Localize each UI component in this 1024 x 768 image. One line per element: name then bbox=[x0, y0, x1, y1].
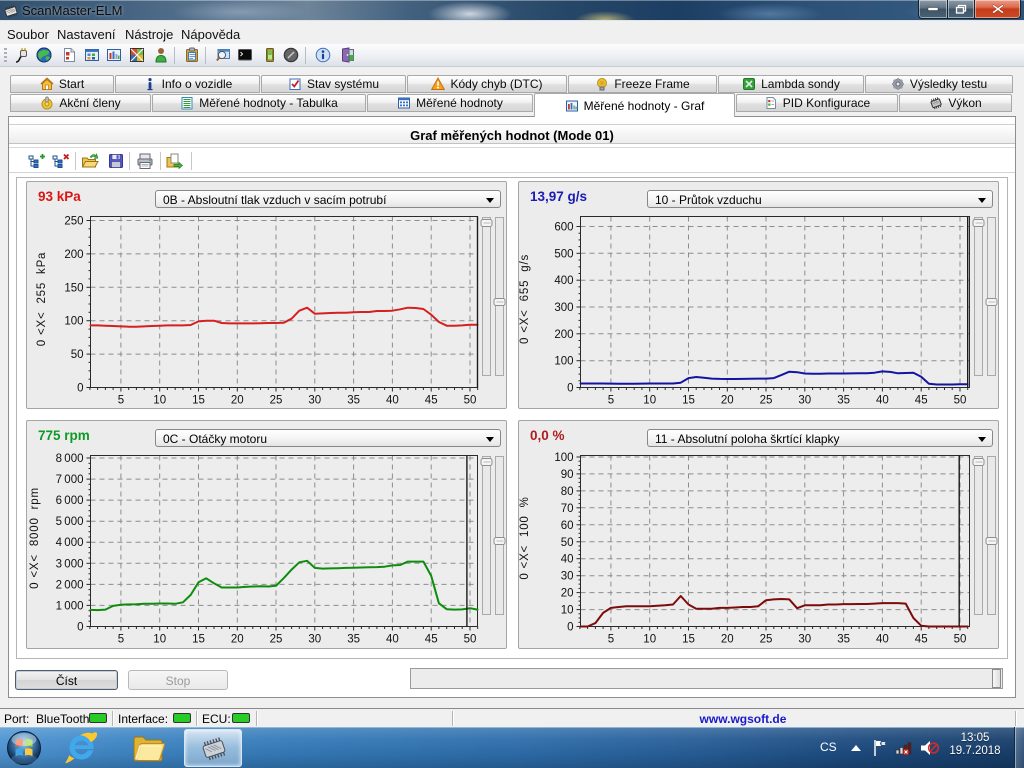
svg-text:2 000: 2 000 bbox=[56, 579, 84, 591]
svg-text:50: 50 bbox=[954, 395, 967, 407]
svg-text:30: 30 bbox=[308, 634, 321, 646]
svg-text:20: 20 bbox=[231, 634, 244, 646]
svg-text:45: 45 bbox=[915, 395, 928, 407]
svg-text:15: 15 bbox=[192, 395, 205, 407]
svg-text:40: 40 bbox=[876, 634, 889, 646]
svg-text:15: 15 bbox=[682, 395, 695, 407]
svg-text:80: 80 bbox=[561, 486, 574, 498]
svg-text:7 000: 7 000 bbox=[56, 474, 84, 486]
svg-text:250: 250 bbox=[64, 216, 83, 228]
svg-text:35: 35 bbox=[347, 634, 360, 646]
svg-text:60: 60 bbox=[561, 520, 574, 532]
svg-text:100: 100 bbox=[554, 452, 573, 464]
svg-text:150: 150 bbox=[64, 282, 83, 294]
svg-text:300: 300 bbox=[554, 302, 573, 314]
svg-text:4 000: 4 000 bbox=[56, 537, 84, 549]
svg-text:5: 5 bbox=[118, 395, 124, 407]
svg-text:1 000: 1 000 bbox=[56, 600, 84, 612]
svg-text:5: 5 bbox=[118, 634, 124, 646]
svg-text:0: 0 bbox=[567, 622, 573, 634]
svg-text:50: 50 bbox=[71, 349, 84, 361]
svg-text:8 000: 8 000 bbox=[56, 453, 84, 465]
svg-text:40: 40 bbox=[561, 554, 574, 566]
svg-text:200: 200 bbox=[64, 249, 83, 261]
svg-text:20: 20 bbox=[721, 634, 734, 646]
svg-text:5: 5 bbox=[608, 395, 614, 407]
svg-text:3 000: 3 000 bbox=[56, 558, 84, 570]
svg-text:0: 0 bbox=[77, 622, 83, 634]
svg-text:35: 35 bbox=[347, 395, 360, 407]
svg-text:30: 30 bbox=[561, 571, 574, 583]
svg-text:200: 200 bbox=[554, 329, 573, 341]
svg-text:5: 5 bbox=[608, 634, 614, 646]
svg-text:10: 10 bbox=[153, 634, 166, 646]
svg-text:15: 15 bbox=[192, 634, 205, 646]
svg-text:10: 10 bbox=[153, 395, 166, 407]
svg-text:15: 15 bbox=[682, 634, 695, 646]
svg-text:45: 45 bbox=[915, 634, 928, 646]
svg-text:45: 45 bbox=[425, 395, 438, 407]
svg-text:0: 0 bbox=[77, 383, 83, 395]
svg-text:40: 40 bbox=[386, 634, 399, 646]
svg-text:0: 0 bbox=[567, 383, 573, 395]
svg-text:10: 10 bbox=[643, 395, 656, 407]
svg-text:50: 50 bbox=[561, 537, 574, 549]
svg-text:35: 35 bbox=[837, 395, 850, 407]
svg-text:45: 45 bbox=[425, 634, 438, 646]
svg-text:40: 40 bbox=[386, 395, 399, 407]
svg-text:6 000: 6 000 bbox=[56, 495, 84, 507]
svg-text:70: 70 bbox=[561, 503, 574, 515]
svg-text:30: 30 bbox=[798, 634, 811, 646]
svg-text:25: 25 bbox=[760, 395, 773, 407]
svg-text:30: 30 bbox=[798, 395, 811, 407]
svg-text:25: 25 bbox=[760, 634, 773, 646]
svg-text:20: 20 bbox=[561, 588, 574, 600]
svg-text:100: 100 bbox=[554, 356, 573, 368]
svg-text:20: 20 bbox=[231, 395, 244, 407]
svg-text:25: 25 bbox=[270, 634, 283, 646]
svg-text:25: 25 bbox=[270, 395, 283, 407]
svg-text:0 <X< 100 %: 0 <X< 100 % bbox=[519, 496, 531, 579]
svg-text:0 <X< 8000 rpm: 0 <X< 8000 rpm bbox=[29, 487, 41, 589]
svg-text:30: 30 bbox=[308, 395, 321, 407]
svg-text:50: 50 bbox=[464, 634, 477, 646]
svg-text:40: 40 bbox=[876, 395, 889, 407]
svg-text:35: 35 bbox=[837, 634, 850, 646]
svg-text:0 <X< 655 g/s: 0 <X< 655 g/s bbox=[519, 254, 531, 344]
svg-text:20: 20 bbox=[721, 395, 734, 407]
svg-text:50: 50 bbox=[464, 395, 477, 407]
svg-text:500: 500 bbox=[554, 248, 573, 260]
svg-text:90: 90 bbox=[561, 469, 574, 481]
svg-text:10: 10 bbox=[643, 634, 656, 646]
svg-text:50: 50 bbox=[954, 634, 967, 646]
svg-text:0 <X< 255 kPa: 0 <X< 255 kPa bbox=[36, 252, 48, 346]
svg-text:600: 600 bbox=[554, 222, 573, 234]
svg-text:10: 10 bbox=[561, 605, 574, 617]
svg-text:5 000: 5 000 bbox=[56, 516, 84, 528]
svg-text:100: 100 bbox=[64, 316, 83, 328]
svg-text:400: 400 bbox=[554, 275, 573, 287]
